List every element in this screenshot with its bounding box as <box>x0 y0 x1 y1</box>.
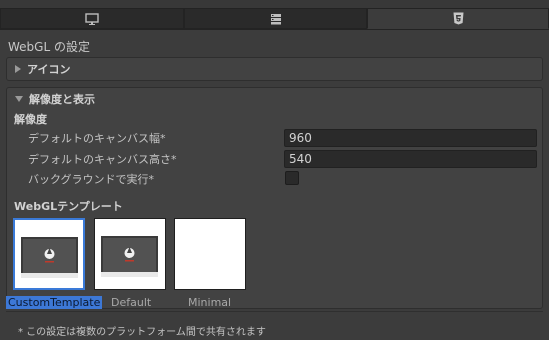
template-tile-custom[interactable] <box>13 218 85 290</box>
canvas-width-field[interactable]: 960 <box>284 129 537 147</box>
template-preview-image <box>101 236 158 274</box>
page-title: WebGL の設定 <box>8 40 90 54</box>
chevron-down-icon <box>15 96 23 102</box>
template-preview-bar <box>101 272 158 277</box>
section-divider <box>6 311 543 312</box>
run-in-background-label: バックグラウンドで実行* <box>28 173 155 186</box>
resolution-subheader: 解像度 <box>14 113 47 126</box>
run-in-background-checkbox[interactable] <box>285 171 299 185</box>
template-preview-image <box>21 237 78 275</box>
icon-foldout-header[interactable]: アイコン <box>7 58 542 80</box>
shared-settings-note: * この設定は複数のプラットフォーム間で共有されます <box>18 327 266 338</box>
resolution-foldout-header[interactable]: 解像度と表示 <box>7 88 542 110</box>
icon-section-label: アイコン <box>27 63 71 76</box>
tab-webgl[interactable] <box>367 8 549 29</box>
icon-foldout[interactable]: アイコン <box>6 57 543 81</box>
template-tile-minimal[interactable] <box>174 218 246 290</box>
canvas-width-label: デフォルトのキャンバス幅* <box>28 132 166 145</box>
templates-header: WebGLテンプレート <box>14 200 123 213</box>
platform-tabs <box>0 0 549 30</box>
template-name-custom[interactable]: CustomTemplate <box>6 296 103 309</box>
canvas-height-label: デフォルトのキャンバス高さ* <box>28 153 177 166</box>
resolution-section-label: 解像度と表示 <box>29 93 95 106</box>
server-icon <box>270 13 282 25</box>
template-tile-default[interactable] <box>94 218 166 290</box>
tab-dedicated-server[interactable] <box>184 8 367 29</box>
template-preview-bar <box>21 273 78 278</box>
chevron-right-icon <box>15 65 21 73</box>
template-name-minimal[interactable]: Minimal <box>188 296 231 309</box>
monitor-icon <box>85 12 99 25</box>
canvas-height-field[interactable]: 540 <box>284 150 537 168</box>
html5-icon <box>453 12 464 25</box>
tab-standalone[interactable] <box>0 8 184 29</box>
template-name-default[interactable]: Default <box>111 296 151 309</box>
